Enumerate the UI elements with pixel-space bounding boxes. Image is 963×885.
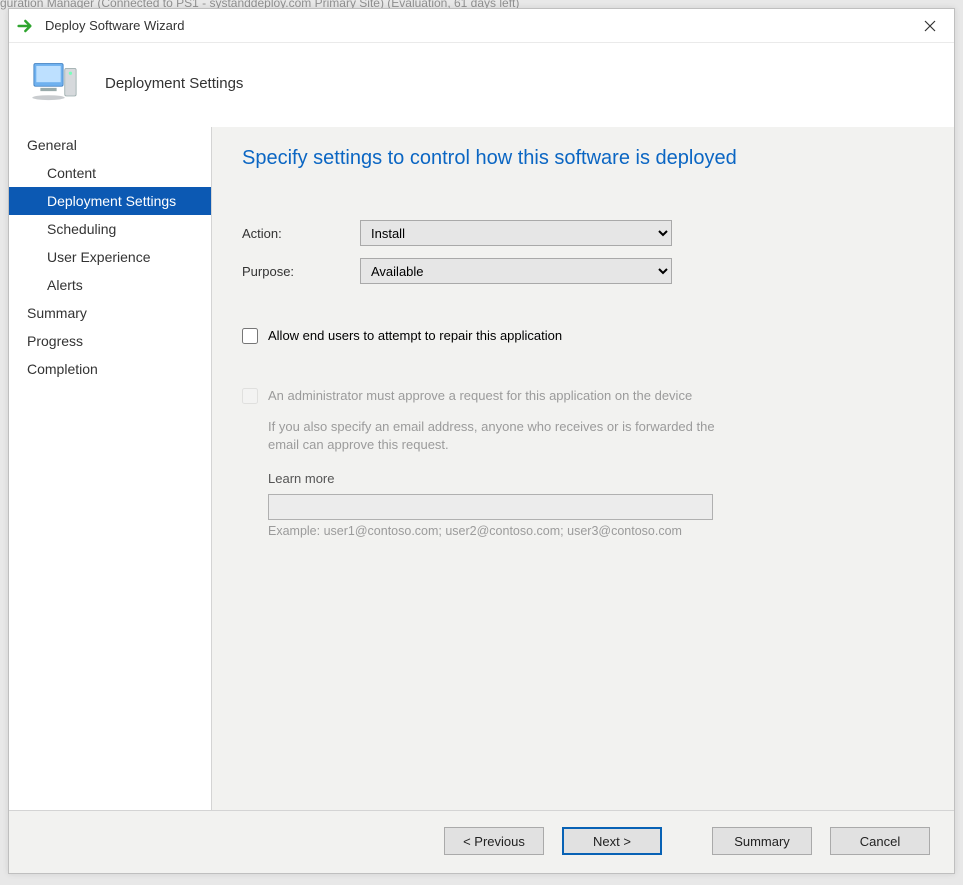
sidebar-item-summary[interactable]: Summary bbox=[9, 299, 211, 327]
approver-email-input bbox=[268, 494, 713, 520]
sidebar-item-general[interactable]: General bbox=[9, 131, 211, 159]
next-button[interactable]: Next > bbox=[562, 827, 662, 855]
allow-repair-label: Allow end users to attempt to repair thi… bbox=[268, 328, 562, 343]
sidebar-item-scheduling[interactable]: Scheduling bbox=[9, 215, 211, 243]
admin-approve-label: An administrator must approve a request … bbox=[268, 388, 692, 403]
page-header-title: Deployment Settings bbox=[105, 75, 243, 92]
purpose-select[interactable]: Available bbox=[360, 258, 672, 284]
action-label: Action: bbox=[242, 226, 360, 241]
summary-button[interactable]: Summary bbox=[712, 827, 812, 855]
wizard-footer: < Previous Next > Summary Cancel bbox=[9, 810, 954, 873]
window-title: Deploy Software Wizard bbox=[45, 18, 910, 33]
page-title: Specify settings to control how this sof… bbox=[242, 147, 916, 170]
sidebar-item-user-experience[interactable]: User Experience bbox=[9, 243, 211, 271]
sidebar-item-completion[interactable]: Completion bbox=[9, 355, 211, 383]
approve-hint-text: If you also specify an email address, an… bbox=[268, 418, 738, 453]
close-button[interactable] bbox=[910, 12, 950, 40]
sidebar-item-content[interactable]: Content bbox=[9, 159, 211, 187]
sidebar-item-progress[interactable]: Progress bbox=[9, 327, 211, 355]
sidebar-item-alerts[interactable]: Alerts bbox=[9, 271, 211, 299]
example-hint: Example: user1@contoso.com; user2@contos… bbox=[268, 524, 916, 538]
content-panel: Specify settings to control how this sof… bbox=[212, 127, 954, 810]
learn-more-link[interactable]: Learn more bbox=[268, 471, 916, 486]
admin-approve-checkbox bbox=[242, 388, 258, 404]
wizard-window: Deploy Software Wizard Deployment Settin… bbox=[8, 8, 955, 874]
purpose-label: Purpose: bbox=[242, 264, 360, 279]
computer-icon bbox=[29, 57, 81, 109]
sidebar-item-deployment-settings[interactable]: Deployment Settings bbox=[9, 187, 211, 215]
wizard-header: Deployment Settings bbox=[9, 43, 954, 127]
deploy-arrow-icon bbox=[17, 16, 37, 36]
previous-button[interactable]: < Previous bbox=[444, 827, 544, 855]
titlebar: Deploy Software Wizard bbox=[9, 9, 954, 43]
allow-repair-checkbox[interactable] bbox=[242, 328, 258, 344]
action-select[interactable]: Install bbox=[360, 220, 672, 246]
cancel-button[interactable]: Cancel bbox=[830, 827, 930, 855]
wizard-sidebar: General Content Deployment Settings Sche… bbox=[9, 127, 212, 810]
